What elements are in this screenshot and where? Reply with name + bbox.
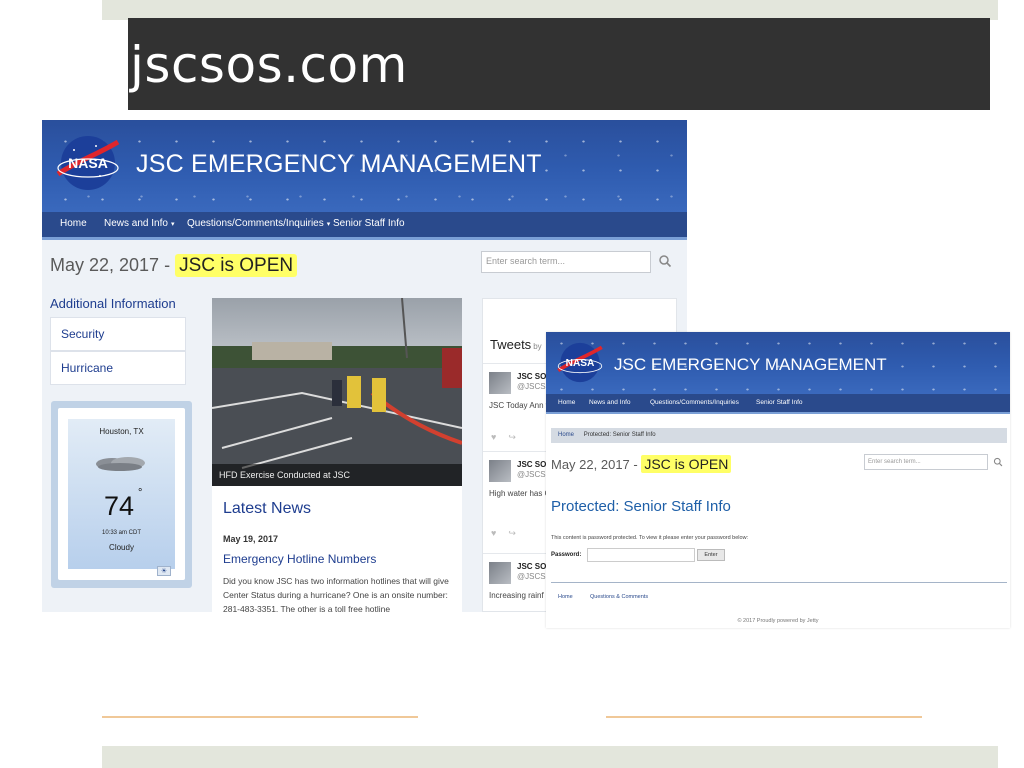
avatar bbox=[489, 460, 511, 482]
footer-divider bbox=[551, 582, 1007, 583]
website-screenshot-protected: NASA JSC EMERGENCY MANAGEMENT Home News … bbox=[546, 332, 1010, 628]
enter-button[interactable]: Enter bbox=[697, 549, 725, 561]
tweet-actions[interactable]: ♥↪ bbox=[491, 528, 528, 539]
top-strip bbox=[102, 0, 998, 20]
status-line: May 22, 2017 - JSC is OPEN bbox=[50, 254, 298, 277]
breadcrumb-current: Protected: Senior Staff Info bbox=[583, 432, 656, 438]
sidebar-link-hurricane[interactable]: Hurricane bbox=[50, 351, 186, 385]
weather-widget: Houston, TX 74 ° 10:33 am CDT Cloudy ☀ bbox=[51, 401, 192, 588]
chevron-down-icon: ▾ bbox=[326, 221, 331, 228]
weather-time: 10:33 am CDT bbox=[101, 530, 141, 536]
news-headline-link[interactable]: Emergency Hotline Numbers bbox=[223, 552, 376, 566]
search-input[interactable]: Enter search term... bbox=[864, 454, 988, 470]
tweets-heading: Tweets by bbox=[490, 337, 542, 352]
main-nav: Home News and Info ▾ Questions/Comments/I… bbox=[42, 212, 687, 240]
news-date: May 19, 2017 bbox=[223, 534, 279, 544]
tweet-handle: @JSCS bbox=[517, 572, 546, 581]
divider-right bbox=[606, 716, 922, 718]
copyright: © 2017 Proudly powered by Jetty bbox=[737, 618, 819, 624]
password-label: Password: bbox=[551, 552, 582, 558]
nav-home[interactable]: Home bbox=[60, 218, 87, 229]
slide-title: jscsos.com bbox=[130, 36, 408, 94]
site-title: JSC EMERGENCY MANAGEMENT bbox=[136, 150, 542, 178]
password-field[interactable] bbox=[587, 548, 695, 562]
chevron-down-icon: ▾ bbox=[170, 221, 175, 228]
search-icon[interactable] bbox=[993, 457, 1003, 467]
weather-temp: 74 bbox=[104, 491, 135, 521]
status-date: May 22, 2017 - bbox=[551, 457, 638, 472]
nav-news-and-info[interactable]: News and Info ▾ bbox=[104, 218, 174, 229]
nav-questions[interactable]: Questions/Comments/Inquiries ▾ bbox=[187, 218, 330, 229]
sidebar-link-security[interactable]: Security bbox=[50, 317, 186, 351]
main-nav: Home News and Info Questions/Comments/In… bbox=[546, 394, 1010, 414]
weather-condition: Cloudy bbox=[109, 543, 134, 552]
search-icon[interactable] bbox=[658, 254, 672, 268]
additional-info-heading: Additional Information bbox=[50, 296, 176, 311]
tweet-handle: @JSCS bbox=[517, 382, 546, 391]
tweet-actions[interactable]: ♥↪ bbox=[491, 432, 528, 443]
bottom-strip bbox=[102, 746, 998, 768]
status-line: May 22, 2017 - JSC is OPEN bbox=[551, 455, 732, 473]
breadcrumb-home[interactable]: Home bbox=[558, 432, 574, 438]
site-title: JSC EMERGENCY MANAGEMENT bbox=[614, 355, 887, 374]
news-excerpt: Did you know JSC has two information hot… bbox=[223, 576, 449, 612]
nav-senior-staff-info[interactable]: Senior Staff Info bbox=[756, 399, 803, 406]
nav-questions[interactable]: Questions/Comments/Inquiries bbox=[650, 399, 739, 406]
photo-caption: HFD Exercise Conducted at JSC bbox=[212, 464, 462, 486]
latest-news-card: Latest News May 19, 2017 Emergency Hotli… bbox=[212, 486, 462, 612]
footer-link-questions[interactable]: Questions & Comments bbox=[590, 594, 648, 600]
svg-text:NASA: NASA bbox=[68, 155, 108, 171]
weather-source-icon[interactable]: ☀ bbox=[157, 566, 171, 576]
divider-left bbox=[102, 716, 418, 718]
footer-link-home[interactable]: Home bbox=[558, 594, 573, 600]
photo-image bbox=[212, 298, 462, 486]
breadcrumb: Home Protected: Senior Staff Info bbox=[551, 428, 1007, 443]
weather-city: Houston, TX bbox=[99, 427, 144, 436]
nasa-logo-icon[interactable]: NASA bbox=[555, 340, 605, 385]
cloud-icon bbox=[96, 457, 145, 471]
latest-news-heading: Latest News bbox=[223, 500, 312, 517]
tweet-author: JSC SO bbox=[517, 460, 547, 469]
nasa-logo-icon[interactable]: NASA bbox=[54, 132, 122, 194]
site-banner: NASA JSC EMERGENCY MANAGEMENT bbox=[42, 120, 687, 212]
featured-photo[interactable]: HFD Exercise Conducted at JSC bbox=[212, 298, 462, 486]
nav-senior-staff-info[interactable]: Senior Staff Info bbox=[333, 218, 405, 229]
nav-home[interactable]: Home bbox=[558, 399, 575, 406]
page-title: Protected: Senior Staff Info bbox=[551, 498, 731, 515]
status-badge: JSC is OPEN bbox=[641, 455, 732, 473]
password-note: This content is password protected. To v… bbox=[551, 535, 749, 541]
search-input[interactable]: Enter search term... bbox=[481, 251, 651, 273]
status-date: May 22, 2017 - bbox=[50, 255, 171, 275]
avatar bbox=[489, 562, 511, 584]
site-banner: NASA JSC EMERGENCY MANAGEMENT bbox=[546, 332, 1010, 394]
tweet-author: JSC SO bbox=[517, 372, 547, 381]
weather-degree: ° bbox=[138, 487, 143, 499]
tweet-handle: @JSCS bbox=[517, 470, 546, 479]
avatar bbox=[489, 372, 511, 394]
tweet-author: JSC SO bbox=[517, 562, 547, 571]
nav-news-and-info[interactable]: News and Info bbox=[589, 399, 631, 406]
status-badge: JSC is OPEN bbox=[175, 254, 298, 277]
